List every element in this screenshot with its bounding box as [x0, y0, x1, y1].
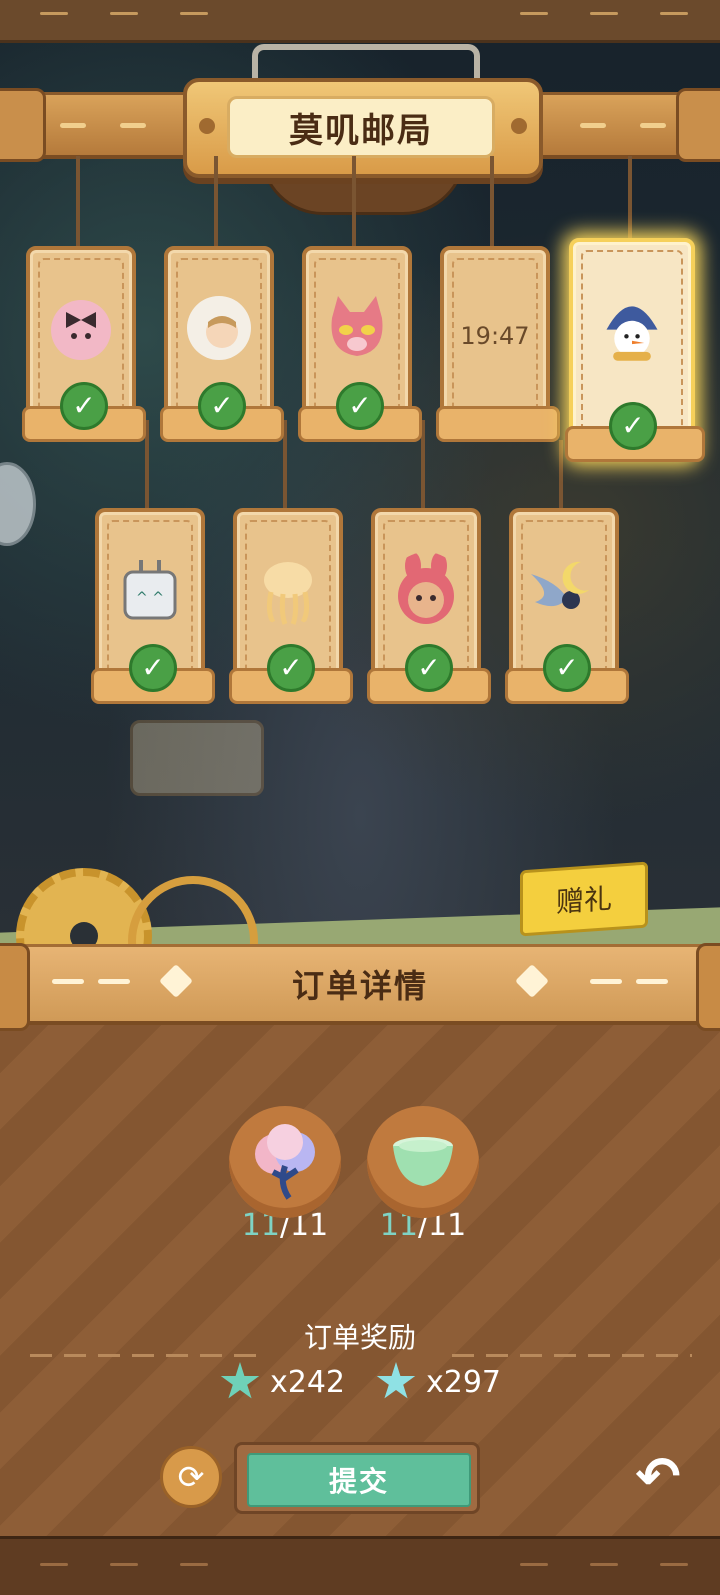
title-plate: 莫叽邮局	[183, 78, 543, 178]
order-detail-header: 订单详情	[0, 943, 720, 1031]
gift-button[interactable]: 赠礼	[520, 861, 648, 937]
completed-check-icon: ✓	[267, 644, 315, 692]
moon-fish-avatar-icon	[531, 561, 589, 609]
submit-button[interactable]: 提交	[247, 1453, 471, 1507]
cotton-flower-icon	[255, 1124, 315, 1200]
order-detail-title: 订单详情	[291, 967, 428, 1005]
order-card-snowman-selected[interactable]: ✓	[565, 238, 705, 462]
completed-check-icon: ✓	[405, 644, 453, 692]
side-bubble[interactable]	[0, 462, 36, 546]
reward-title: 订单奖励	[303, 1321, 416, 1354]
jellyfish-avatar-icon	[264, 562, 312, 625]
beam-end-left	[0, 88, 46, 162]
page-title: 莫叽邮局	[227, 96, 495, 158]
order-card-robot[interactable]: ^ ^ ✓	[91, 508, 215, 704]
post-office-scene: 莫叽邮局 ✓ ✓ ✓ 19:47 ✓ ^ ^ ✓ ✓ ✓ ✓ 赠礼	[0, 0, 720, 960]
order-card-pink-hairbow[interactable]: ✓	[22, 246, 146, 442]
order-item-cotton[interactable]: 11/11	[228, 1106, 342, 1243]
reward-star: x297	[376, 1362, 501, 1402]
completed-check-icon: ✓	[60, 382, 108, 430]
order-card-red-bunny[interactable]: ✓	[367, 508, 491, 704]
order-card-moon-fish[interactable]: ✓	[505, 508, 629, 704]
completed-check-icon: ✓	[336, 382, 384, 430]
reward-gem: x242	[220, 1362, 345, 1402]
back-button[interactable]: ↶	[628, 1444, 688, 1508]
white-hood-avatar-icon	[187, 296, 251, 360]
order-card-jellyfish[interactable]: ✓	[229, 508, 353, 704]
jelly-cup-icon	[393, 1137, 453, 1186]
snowman-avatar-icon	[606, 306, 658, 361]
bottom-frame	[0, 1536, 720, 1595]
refresh-button[interactable]: ⟳	[160, 1446, 222, 1508]
cooldown-timer: 19:47	[460, 322, 530, 350]
pink-cat-avatar-icon	[331, 296, 383, 356]
completed-check-icon: ✓	[198, 382, 246, 430]
robot-avatar-icon: ^ ^	[123, 560, 177, 620]
order-card-pink-cat[interactable]: ✓	[298, 246, 422, 442]
pink-hairbow-avatar-icon	[51, 300, 111, 360]
svg-text:^ ^: ^ ^	[136, 590, 164, 606]
refresh-icon: ⟳	[177, 1458, 205, 1496]
red-bunny-avatar-icon	[398, 552, 454, 624]
gem-star-icon	[220, 1362, 260, 1399]
star-icon	[376, 1362, 416, 1399]
order-card-timer[interactable]: 19:47	[436, 246, 560, 442]
order-item-jelly[interactable]: 11/11	[366, 1106, 480, 1243]
beam-end-right	[676, 88, 720, 162]
order-card-white-hood[interactable]: ✓	[160, 246, 284, 442]
back-arrow-icon: ↶	[635, 1444, 681, 1508]
top-frame	[0, 0, 720, 43]
completed-check-icon: ✓	[543, 644, 591, 692]
completed-check-icon: ✓	[609, 402, 657, 450]
submit-frame: 提交	[234, 1442, 480, 1514]
completed-check-icon: ✓	[129, 644, 177, 692]
background-sign	[130, 720, 264, 796]
